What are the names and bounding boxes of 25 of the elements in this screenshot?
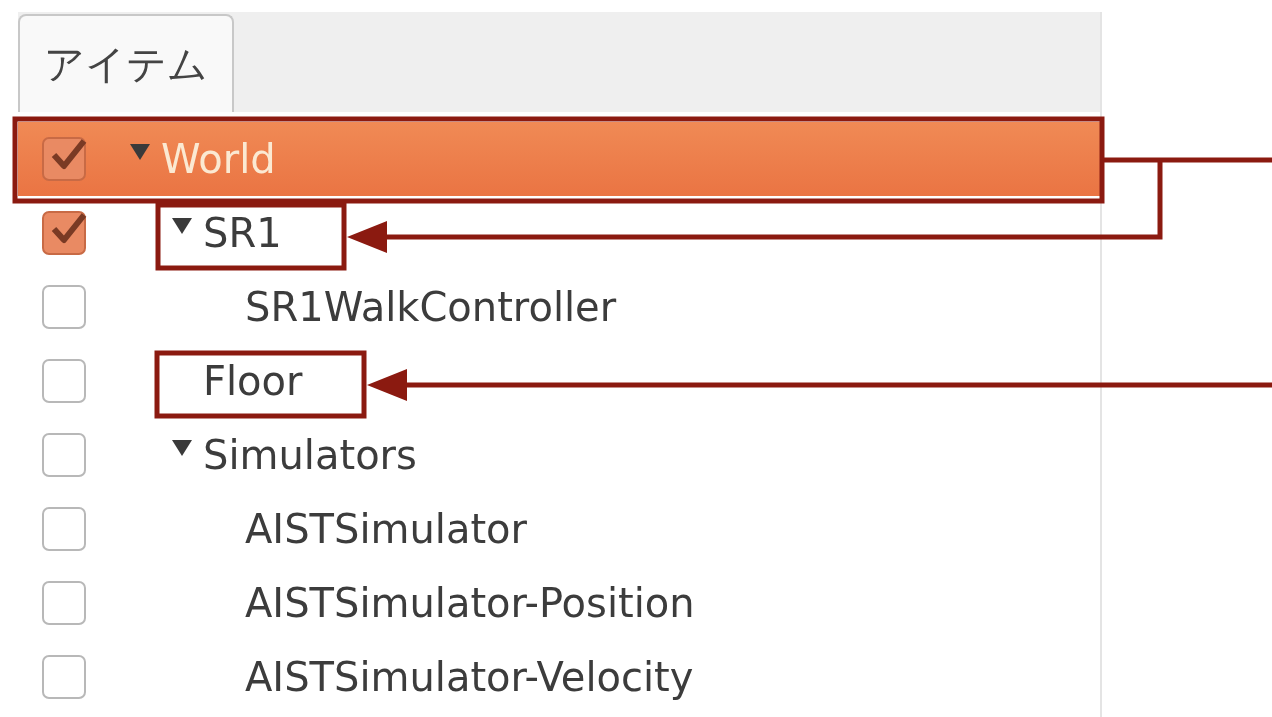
tree-item-label[interactable]: Floor [203, 358, 303, 404]
checkbox[interactable] [42, 137, 86, 181]
tree-row[interactable]: AISTSimulator-Velocity [18, 640, 1100, 714]
tree-item-label[interactable]: Simulators [203, 432, 417, 478]
checkbox[interactable] [42, 581, 86, 625]
expand-triangle-icon[interactable] [170, 438, 194, 458]
checkbox[interactable] [42, 211, 86, 255]
tree-row[interactable]: Simulators [18, 418, 1100, 492]
checkbox[interactable] [42, 433, 86, 477]
tab[interactable]: アイテム [18, 14, 234, 112]
tree-item-label[interactable]: SR1 [203, 210, 282, 256]
checkbox[interactable] [42, 655, 86, 699]
tree-item-label[interactable]: AISTSimulator-Position [245, 580, 695, 626]
tree-row[interactable]: AISTSimulator-Position [18, 566, 1100, 640]
tree-row[interactable]: SR1 [18, 196, 1100, 270]
tree-row[interactable]: SR1WalkController [18, 270, 1100, 344]
expand-triangle-icon[interactable] [170, 216, 194, 236]
tree-row[interactable]: Floor [18, 344, 1100, 418]
checkbox[interactable] [42, 285, 86, 329]
tree-item-label[interactable]: AISTSimulator [245, 506, 528, 552]
checkbox[interactable] [42, 507, 86, 551]
checkbox[interactable] [42, 359, 86, 403]
tree-item-label[interactable]: AISTSimulator-Velocity [245, 654, 694, 700]
tree-row[interactable]: AISTSimulator [18, 492, 1100, 566]
tree-item-label[interactable]: SR1WalkController [245, 284, 617, 330]
